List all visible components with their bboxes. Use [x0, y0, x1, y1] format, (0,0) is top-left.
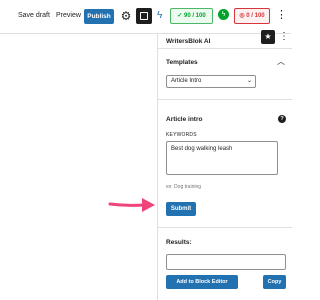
results-label: Results:	[166, 239, 192, 246]
keywords-hint: ex: Dog training	[166, 184, 202, 190]
plugin-sidebar: WritersBlok AI ★ ⋮ Templates ︿ Article I…	[157, 30, 292, 300]
gear-icon[interactable]: ⚙	[120, 9, 132, 23]
writersblok-plugin-icon[interactable]	[136, 8, 152, 24]
template-select[interactable]: Article Intro ⌄	[166, 75, 256, 88]
lightning-icon[interactable]: ϟ	[157, 9, 162, 23]
divider	[158, 99, 292, 100]
divider	[158, 227, 292, 228]
readability-score-value: 0 / 100	[246, 13, 265, 19]
divider	[158, 48, 292, 49]
annotation-arrow-icon	[108, 198, 155, 212]
submit-button[interactable]: Submit	[166, 202, 196, 216]
template-select-value: Article Intro	[171, 78, 202, 84]
add-to-block-editor-button[interactable]: Add to Block Editor	[166, 275, 238, 289]
chevron-down-icon: ⌄	[246, 78, 252, 84]
readability-icon: ◎	[239, 13, 245, 19]
copy-button[interactable]: Copy	[263, 275, 286, 289]
chevron-up-icon[interactable]: ︿	[277, 56, 285, 67]
readability-score-badge[interactable]: ◎ 0 / 100	[234, 8, 270, 24]
options-menu-icon[interactable]: ⋮	[276, 8, 287, 22]
star-icon[interactable]: ★	[261, 30, 275, 44]
preview-button[interactable]: Preview	[56, 12, 81, 19]
keywords-label: KEYWORDS	[166, 132, 197, 138]
check-icon: ✓	[177, 13, 183, 19]
results-field[interactable]	[166, 254, 286, 270]
section-title: Article intro	[166, 116, 203, 123]
editor-toolbar: Save draft Preview Publish ⚙ ϟ ✓ 90 / 10…	[0, 0, 291, 34]
sidebar-title: WritersBlok AI	[166, 38, 211, 45]
help-icon[interactable]: ?	[278, 115, 286, 123]
seo-score-badge[interactable]: ✓ 90 / 100	[170, 8, 213, 24]
publish-button[interactable]: Publish	[84, 9, 114, 24]
sidebar-header: WritersBlok AI ★ ⋮	[158, 30, 292, 48]
sidebar-options-icon[interactable]: ⋮	[279, 31, 289, 42]
performance-icon[interactable]: ϟ	[218, 9, 229, 20]
seo-score-value: 90 / 100	[184, 13, 206, 19]
save-draft-button[interactable]: Save draft	[18, 12, 50, 19]
templates-panel-toggle[interactable]: Templates	[166, 59, 198, 66]
keywords-textarea[interactable]: Best dog walking leash	[166, 141, 278, 175]
